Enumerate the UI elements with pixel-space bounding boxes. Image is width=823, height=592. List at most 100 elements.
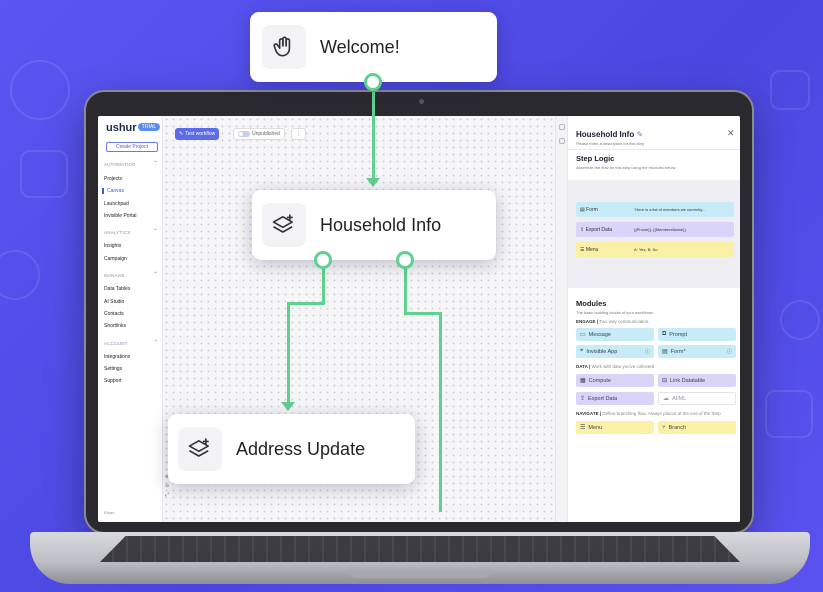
- panel-title[interactable]: Household Info ✎: [576, 130, 643, 139]
- step-logic-subtitle: Assemble the flow for this step using th…: [576, 165, 677, 170]
- sidebar-item-projects[interactable]: Projects: [104, 176, 122, 182]
- info-icon[interactable]: ⓘ: [645, 348, 650, 355]
- connector-handle[interactable]: [364, 73, 382, 91]
- chevron-up-icon[interactable]: ⌃: [153, 271, 158, 278]
- sidebar-item-campaign[interactable]: Campaign: [104, 256, 127, 262]
- welcome-label: Welcome!: [320, 36, 400, 57]
- test-workflow-button[interactable]: ✎ Test workflow: [175, 128, 220, 140]
- export-icon: ⇪: [580, 226, 585, 233]
- edit-pencil-icon[interactable]: ✎: [636, 130, 643, 139]
- connector-line: [322, 266, 325, 304]
- module-label: Prompt: [669, 331, 688, 338]
- module-label: Menu: [588, 424, 603, 431]
- connector-handle[interactable]: [396, 251, 414, 269]
- sidebar-item-launchpad[interactable]: Launchpad: [104, 201, 129, 207]
- sidebar-item-shortlinks[interactable]: Shortlinks: [104, 323, 126, 329]
- ai-icon: ☁: [663, 396, 669, 402]
- sidebar-item-ai-studio[interactable]: AI Studio: [104, 299, 124, 305]
- module-form[interactable]: ▤ Form* ⓘ: [658, 345, 736, 358]
- toggle-switch[interactable]: [238, 131, 250, 137]
- settings-icon[interactable]: [559, 124, 565, 130]
- module-prompt[interactable]: ⧉ Prompt: [658, 328, 736, 341]
- engage-section-label: ENGAGE | Two way communication.: [576, 319, 650, 324]
- module-label: Compute: [588, 377, 611, 384]
- logic-item-label: Menu: [585, 246, 599, 253]
- sidebar-item-data-tables[interactable]: Data Tables: [104, 286, 130, 292]
- publish-label: Unpublished: [252, 131, 280, 137]
- layers-plus-icon: [178, 427, 222, 471]
- sidebar-item-contacts[interactable]: Contacts: [104, 311, 124, 317]
- module-invisible-app[interactable]: ⌖ Invisible App ⓘ: [576, 345, 654, 358]
- menu-icon: ☰: [580, 246, 585, 253]
- arrow-head: [281, 402, 295, 411]
- background-decoration: [20, 150, 68, 198]
- chevron-up-icon[interactable]: ⌃: [153, 228, 158, 235]
- document-icon[interactable]: [559, 138, 565, 144]
- sidebar-item-invisible-portal[interactable]: Invisible Portal: [104, 213, 137, 219]
- compute-icon: ▦: [580, 378, 586, 384]
- household-info-label: Household Info: [320, 214, 442, 235]
- sidebar-item-canvas[interactable]: Canvas: [102, 188, 124, 194]
- module-label: Branch: [668, 424, 687, 431]
- sidebar: ushur TRIAL Create Project AUTOMATION ⌃ …: [98, 116, 163, 522]
- divider: [568, 149, 740, 150]
- publish-toggle[interactable]: Unpublished: [233, 128, 285, 140]
- module-branch[interactable]: ⑂ Branch: [658, 421, 736, 434]
- background-decoration: [10, 60, 70, 120]
- module-label: Invisible App: [586, 348, 618, 355]
- close-icon[interactable]: ✕: [727, 128, 735, 139]
- household-info-step-card[interactable]: Household Info: [252, 190, 496, 260]
- info-icon[interactable]: ⓘ: [727, 348, 732, 355]
- chevron-up-icon[interactable]: ⌃: [153, 339, 158, 346]
- zoom-out-icon[interactable]: ⊖: [165, 483, 169, 489]
- modules-subtitle: The basic building blocks of your workfl…: [576, 310, 654, 315]
- section-analytics: ANALYTICS: [104, 230, 131, 235]
- module-ai-ml[interactable]: ☁ AI/ML: [658, 392, 736, 405]
- sidebar-item-insights[interactable]: Insights: [104, 243, 121, 249]
- invisible-app-icon: ⌖: [580, 348, 584, 354]
- prompt-icon: ⧉: [662, 331, 667, 337]
- webcam: [419, 99, 424, 104]
- welcome-step-card[interactable]: Welcome!: [250, 12, 497, 82]
- module-link-datatable[interactable]: ⊟ Link Datatable: [658, 374, 736, 387]
- menu-icon: ☰: [580, 425, 586, 431]
- sidebar-item-integrations[interactable]: Integrations: [104, 354, 130, 360]
- layers-plus-icon: [262, 203, 306, 247]
- address-update-step-card[interactable]: Address Update: [168, 414, 415, 484]
- logic-item-form[interactable]: ▤ Form "Here is a list of members we cur…: [576, 202, 734, 217]
- keyboard: [100, 536, 740, 562]
- module-label: Message: [588, 331, 611, 338]
- logic-item-export-data[interactable]: ⇪ Export Data {{Phone}}, {{MembersName}}: [576, 222, 734, 237]
- fit-view-icon[interactable]: ⤢: [165, 492, 169, 498]
- form-icon: ▤: [662, 349, 668, 355]
- trackpad: [350, 572, 490, 578]
- more-options-button[interactable]: ⋮: [291, 128, 306, 140]
- connector-line: [404, 312, 442, 315]
- module-export-data[interactable]: ⇪ Export Data: [576, 392, 654, 405]
- sidebar-item-support[interactable]: Support: [104, 378, 122, 384]
- sidebar-item-settings[interactable]: Settings: [104, 366, 122, 372]
- section-manage: MANAGE: [104, 273, 125, 278]
- module-label: Link Datatable: [670, 377, 706, 384]
- module-label: Form*: [670, 348, 686, 355]
- connector-handle[interactable]: [314, 251, 332, 269]
- chevron-up-icon[interactable]: ⌃: [153, 160, 158, 167]
- section-account: ACCOUNT: [104, 341, 128, 346]
- app-logo: ushur: [106, 122, 137, 134]
- step-details-panel: Household Info ✎ Please enter a descript…: [555, 116, 740, 522]
- logic-item-value: {{Phone}}, {{MembersName}}: [634, 227, 686, 232]
- message-icon: ▭: [580, 332, 586, 338]
- user-name: Ethan: [104, 510, 115, 515]
- logic-item-label: Export Data: [585, 226, 612, 233]
- module-label: Export Data: [588, 395, 618, 402]
- connector-line: [287, 302, 325, 305]
- module-menu[interactable]: ☰ Menu: [576, 421, 654, 434]
- description-field[interactable]: Please enter a description for this step: [576, 141, 644, 146]
- module-compute[interactable]: ▦ Compute: [576, 374, 654, 387]
- logic-item-menu[interactable]: ☰ Menu A: Yes, B: No: [576, 242, 734, 257]
- background-decoration: [780, 300, 820, 340]
- module-message[interactable]: ▭ Message: [576, 328, 654, 341]
- connector-line: [372, 92, 375, 184]
- logic-item-value: "Here is a list of members we currently.…: [634, 207, 706, 212]
- create-project-button[interactable]: Create Project: [106, 142, 158, 152]
